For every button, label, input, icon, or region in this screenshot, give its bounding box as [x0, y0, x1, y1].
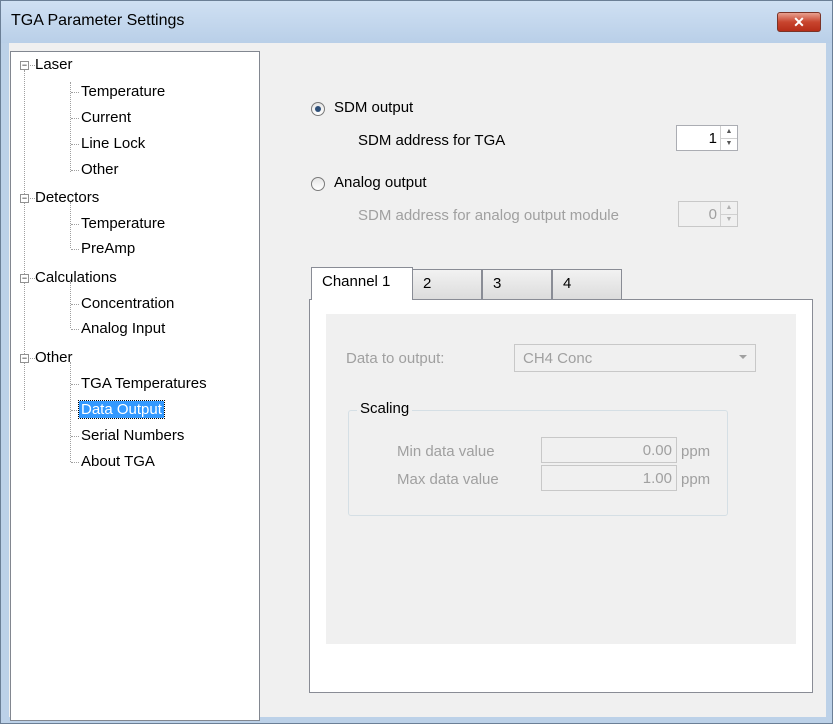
max-unit-label: ppm [681, 471, 711, 488]
tab-channel-2[interactable]: 2 [412, 269, 482, 299]
expander-icon[interactable]: − [20, 274, 29, 283]
expander-icon[interactable]: − [20, 354, 29, 363]
tree-connector [71, 304, 79, 305]
tree-item-preamp[interactable]: PreAmp [81, 238, 135, 260]
title-bar[interactable]: TGA Parameter Settings ✕ [1, 1, 832, 43]
tree-connector [71, 170, 79, 171]
tree-item-calculations[interactable]: Calculations [35, 267, 117, 289]
tree-item-serial-numbers[interactable]: Serial Numbers [81, 425, 184, 447]
tree-connector [71, 436, 79, 437]
analog-address-label: SDM address for analog output module [358, 207, 619, 224]
sdm-output-label[interactable]: SDM output [334, 99, 413, 116]
data-to-output-select: CH4 Conc [514, 344, 756, 372]
tab-channel-1[interactable]: Channel 1 [311, 267, 413, 300]
tree-connector [71, 144, 79, 145]
tab-channel-4[interactable]: 4 [552, 269, 622, 299]
spinner-arrows: ▲ ▼ [720, 202, 737, 226]
max-data-label: Max data value [397, 471, 499, 488]
radio-dot-icon [315, 106, 321, 112]
tree-item-analog-input[interactable]: Analog Input [81, 318, 165, 340]
tree-connector [71, 410, 79, 411]
sdm-address-label: SDM address for TGA [358, 132, 506, 149]
min-data-field: 0.00 [541, 437, 677, 463]
close-icon: ✕ [793, 14, 805, 30]
tree-item-data-output[interactable]: Data Output [78, 400, 165, 419]
dialog-window: TGA Parameter Settings ✕ − Laser Tempera… [0, 0, 833, 724]
scaling-group: Scaling Min data value 0.00 ppm Max data… [348, 400, 728, 516]
analog-address-value: 0 [708, 206, 717, 223]
spin-down-icon: ▼ [725, 216, 733, 223]
tab-channel-3[interactable]: 3 [482, 269, 552, 299]
tree-item-concentration[interactable]: Concentration [81, 293, 174, 315]
data-to-output-label: Data to output: [346, 350, 445, 367]
analog-output-label[interactable]: Analog output [334, 174, 427, 191]
tree-item-other[interactable]: Other [35, 347, 73, 369]
sdm-output-radio[interactable] [311, 102, 325, 116]
tree-connector [71, 249, 79, 250]
min-data-value: 0.00 [642, 442, 672, 459]
scaling-title: Scaling [357, 400, 413, 417]
tree-item-line-lock[interactable]: Line Lock [81, 133, 145, 155]
tree-item-tga-temperatures[interactable]: TGA Temperatures [81, 373, 207, 395]
min-data-label: Min data value [397, 443, 495, 460]
spin-down-icon[interactable]: ▼ [721, 138, 737, 150]
tree-item-laser-other[interactable]: Other [81, 159, 119, 181]
tree-connector [71, 92, 79, 93]
tree-connector [71, 118, 79, 119]
tree-item-laser[interactable]: Laser [35, 54, 73, 76]
sdm-address-spinner[interactable]: 1 ▲ ▼ [676, 125, 738, 151]
tree-other-line [70, 362, 71, 462]
data-to-output-value: CH4 Conc [523, 350, 593, 367]
analog-output-radio[interactable] [311, 177, 325, 191]
channel-tab-panel: Data to output: CH4 Conc Scaling Min dat… [309, 299, 813, 693]
settings-tree[interactable]: − Laser Temperature Current Line Lock Ot… [10, 51, 260, 721]
tree-connector [71, 462, 79, 463]
tree-item-detectors[interactable]: Detectors [35, 187, 99, 209]
tree-item-laser-temperature[interactable]: Temperature [81, 81, 165, 103]
max-data-field: 1.00 [541, 465, 677, 491]
min-unit-label: ppm [681, 443, 711, 460]
tree-item-current[interactable]: Current [81, 107, 131, 129]
tree-item-about-tga[interactable]: About TGA [81, 451, 155, 473]
window-title: TGA Parameter Settings [11, 12, 185, 29]
analog-address-spinner: 0 ▲ ▼ [678, 201, 738, 227]
tree-item-data-output-row[interactable]: Data Output [78, 399, 165, 421]
spinner-arrows: ▲ ▼ [720, 126, 737, 150]
tree-connector [71, 329, 79, 330]
channel-tab-page: Data to output: CH4 Conc Scaling Min dat… [326, 314, 796, 644]
chevron-down-icon [739, 355, 747, 359]
tree-item-detector-temperature[interactable]: Temperature [81, 213, 165, 235]
close-button[interactable]: ✕ [777, 12, 821, 32]
max-data-value: 1.00 [642, 470, 672, 487]
tree-connector [71, 384, 79, 385]
expander-icon[interactable]: − [20, 61, 29, 70]
tree-connector [71, 224, 79, 225]
sdm-address-value: 1 [708, 130, 717, 147]
tree-laser-line [70, 82, 71, 172]
expander-icon[interactable]: − [20, 194, 29, 203]
